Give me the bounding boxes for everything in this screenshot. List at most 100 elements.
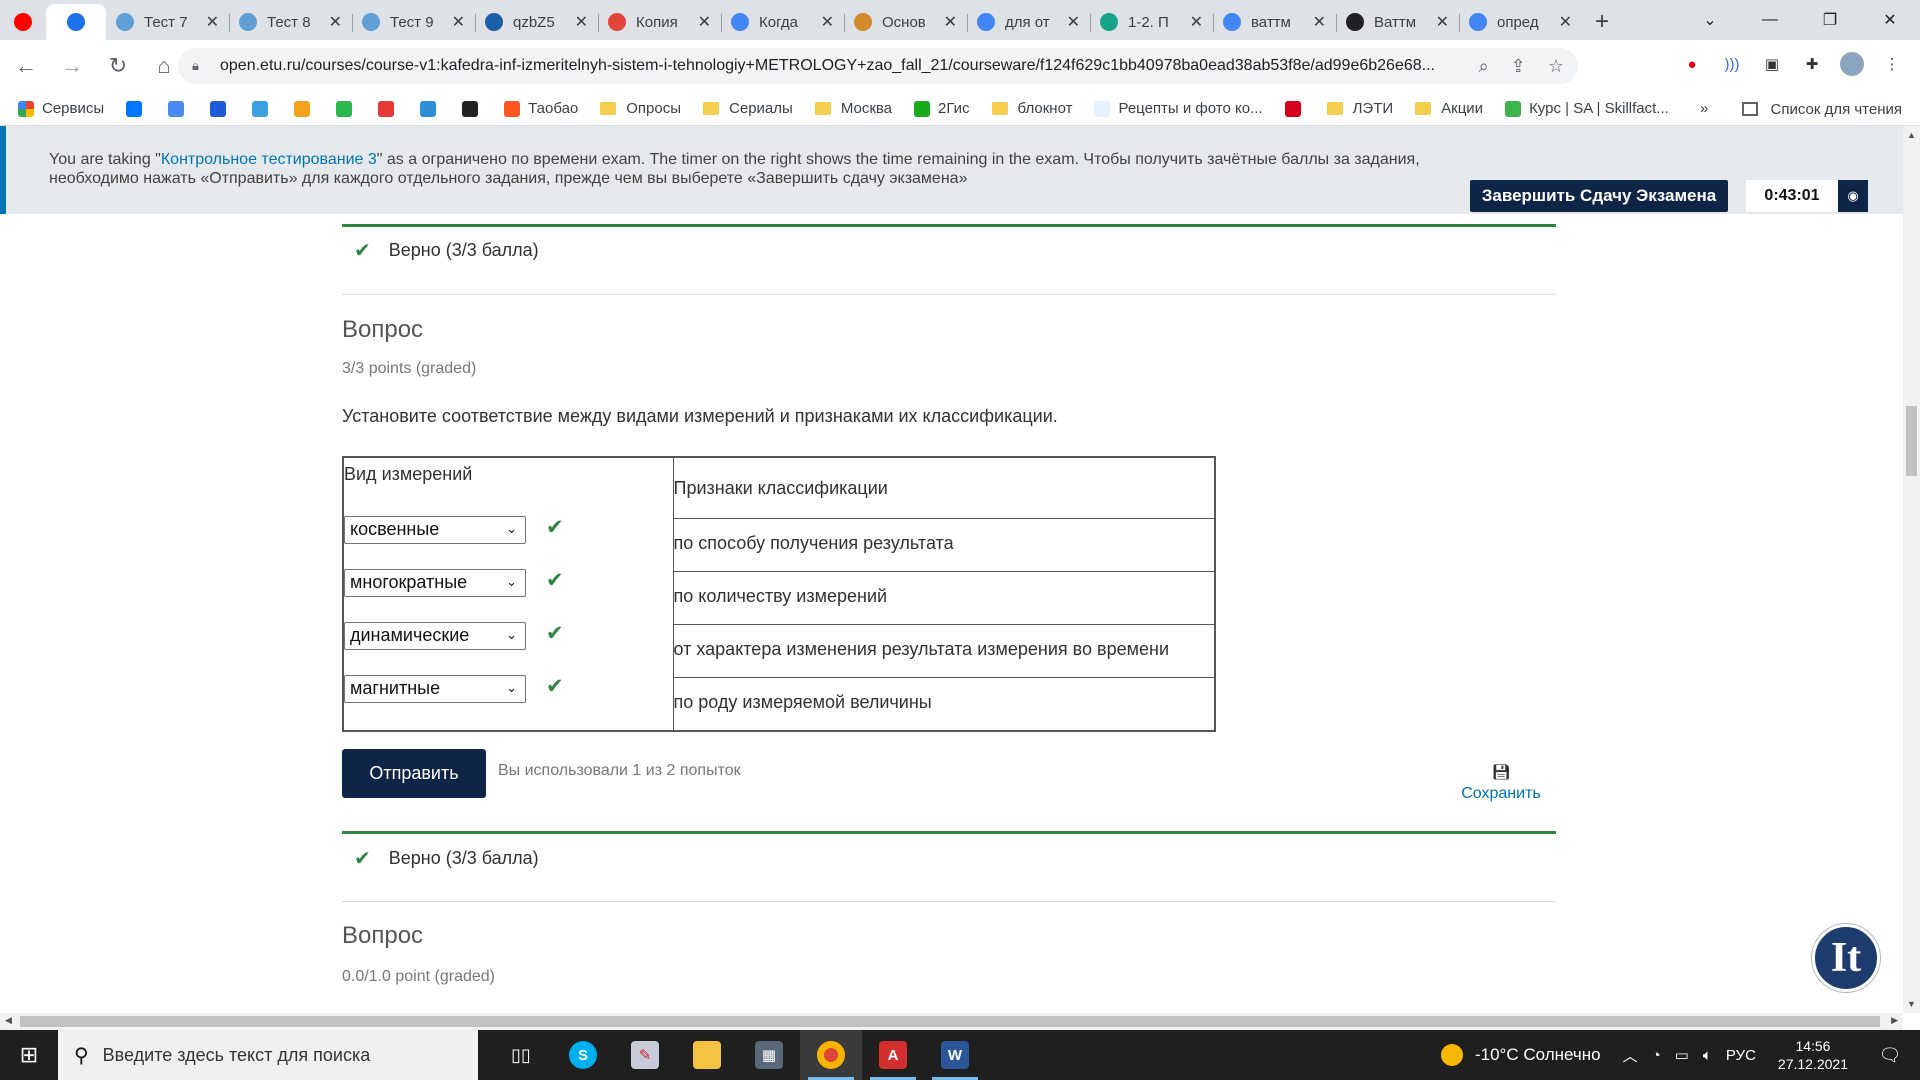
it-widget-button[interactable]: It — [1812, 924, 1880, 992]
close-tab-icon[interactable]: ✕ — [1067, 12, 1080, 32]
scroll-left-arrow-icon[interactable]: ◀ — [5, 1015, 12, 1026]
minimize-button[interactable]: — — [1740, 0, 1800, 40]
scroll-right-arrow-icon[interactable]: ▶ — [1891, 1015, 1898, 1026]
task-view-icon[interactable]: ▯▯ — [490, 1030, 552, 1080]
browser-tab[interactable] — [46, 4, 106, 40]
horizontal-scroll-thumb[interactable] — [20, 1016, 1880, 1027]
close-tab-icon[interactable]: ✕ — [1190, 12, 1203, 32]
volume-icon[interactable]: 🔈︎ — [1703, 1047, 1712, 1064]
bookmark-item[interactable] — [126, 100, 150, 117]
bookmark-item[interactable]: Москва — [814, 100, 892, 117]
browser-tab[interactable]: Тест 9 ✕ — [352, 4, 475, 40]
tray-overflow-chevron-icon[interactable]: ︿ — [1623, 1045, 1638, 1066]
measurement-type-dropdown[interactable]: многократные ⌄ — [344, 568, 526, 597]
close-tab-icon[interactable]: ✕ — [452, 12, 465, 32]
browser-tab[interactable]: Ваттм ✕ — [1336, 4, 1459, 40]
bookmark-item[interactable]: Сериалы — [703, 100, 793, 117]
wifi-icon[interactable]: ◔ — [1652, 1047, 1661, 1064]
bookmark-item[interactable] — [210, 100, 234, 117]
restore-button[interactable]: ❐ — [1800, 0, 1860, 40]
save-button[interactable]: 💾︎ Сохранить — [1456, 763, 1546, 803]
reading-list-button[interactable]: Список для чтения — [1742, 92, 1902, 126]
zoom-icon[interactable]: ⌕ — [1479, 56, 1489, 77]
browser-tab[interactable]: 1-2. П ✕ — [1090, 4, 1213, 40]
measurement-type-dropdown[interactable]: косвенные ⌄ — [344, 515, 526, 544]
profile-avatar[interactable] — [1840, 52, 1864, 76]
close-tab-icon[interactable]: ✕ — [1559, 12, 1572, 32]
bookmark-item[interactable]: блокнот — [991, 100, 1072, 117]
tab-search-icon[interactable]: ⌄ — [1680, 0, 1740, 40]
close-tab-icon[interactable]: ✕ — [1313, 12, 1326, 32]
bookmarks-overflow-button[interactable]: » — [1700, 100, 1708, 117]
opera-extension-icon[interactable]: ● — [1680, 52, 1704, 76]
browser-tab[interactable]: Когда ✕ — [721, 4, 844, 40]
bookmark-item[interactable] — [168, 100, 192, 117]
bookmark-item[interactable]: Опросы — [600, 100, 681, 117]
exam-link[interactable]: Контрольное тестирование 3 — [161, 151, 377, 168]
battery-icon[interactable]: ▭ — [1675, 1046, 1689, 1064]
measurement-type-dropdown[interactable]: магнитные ⌄ — [344, 674, 526, 703]
browser-tab[interactable]: опред ✕ — [1459, 4, 1582, 40]
close-window-button[interactable]: ✕ — [1860, 0, 1920, 40]
new-tab-button[interactable]: + — [1582, 4, 1622, 40]
hide-timer-eye-icon[interactable]: ◉ — [1838, 180, 1868, 212]
file-explorer-icon[interactable] — [676, 1030, 738, 1080]
close-tab-icon[interactable]: ✕ — [944, 12, 957, 32]
word-app-icon[interactable]: W — [924, 1030, 986, 1080]
close-tab-icon[interactable]: ✕ — [329, 12, 342, 32]
bookmark-item[interactable]: Сервисы — [18, 100, 104, 117]
bookmark-star-icon[interactable]: ☆ — [1548, 56, 1564, 77]
bookmark-item[interactable]: Таобао — [504, 100, 578, 117]
browser-tab[interactable]: Основ ✕ — [844, 4, 967, 40]
browser-tab[interactable] — [0, 4, 46, 40]
bookmark-item[interactable] — [378, 100, 402, 117]
acrobat-app-icon[interactable]: A — [862, 1030, 924, 1080]
weather-text[interactable]: -10°C Солнечно — [1475, 1045, 1601, 1065]
bookmark-item[interactable] — [252, 100, 276, 117]
bookmark-item[interactable]: Рецепты и фото ко... — [1094, 100, 1263, 117]
browser-tab[interactable]: qzbZ5 ✕ — [475, 4, 598, 40]
address-bar[interactable]: 🔒︎ open.etu.ru/courses/course-v1:kafedra… — [178, 48, 1578, 84]
clock[interactable]: 14:56 27.12.2021 — [1778, 1037, 1848, 1073]
forward-button[interactable]: → — [52, 46, 92, 86]
language-indicator[interactable]: РУС — [1726, 1047, 1756, 1064]
end-exam-button[interactable]: Завершить Сдачу Экзамена — [1470, 180, 1728, 212]
paint-app-icon[interactable]: ✎ — [614, 1030, 676, 1080]
scroll-down-arrow-icon[interactable]: ▼ — [1907, 999, 1916, 1009]
close-tab-icon[interactable]: ✕ — [206, 12, 219, 32]
vertical-scrollbar[interactable]: ▲ ▼ — [1903, 126, 1920, 1013]
menu-kebab-icon[interactable]: ⋮ — [1880, 52, 1904, 76]
vertical-scroll-thumb[interactable] — [1906, 406, 1917, 476]
share-icon[interactable]: ⇪ — [1511, 56, 1526, 77]
bookmark-item[interactable]: Акции — [1415, 100, 1483, 117]
bookmark-item[interactable] — [336, 100, 360, 117]
reload-button[interactable]: ↻ — [98, 46, 138, 86]
scroll-up-arrow-icon[interactable]: ▲ — [1907, 130, 1916, 140]
cube-extension-icon[interactable]: ▣ — [1760, 52, 1784, 76]
bookmark-item[interactable] — [462, 100, 486, 117]
measurement-type-dropdown[interactable]: динамические ⌄ — [344, 621, 526, 650]
bookmark-item[interactable] — [294, 100, 318, 117]
close-tab-icon[interactable]: ✕ — [1436, 12, 1449, 32]
horizontal-scrollbar[interactable]: ◀ ▶ — [0, 1013, 1903, 1030]
close-tab-icon[interactable]: ✕ — [821, 12, 834, 32]
bookmark-item[interactable]: ЛЭТИ — [1326, 100, 1393, 117]
close-tab-icon[interactable]: ✕ — [698, 12, 711, 32]
back-button[interactable]: ← — [6, 46, 46, 86]
bookmark-item[interactable]: 2Гис — [914, 100, 970, 117]
submit-button[interactable]: Отправить — [342, 749, 486, 798]
weather-sun-icon[interactable] — [1440, 1044, 1463, 1066]
browser-tab[interactable]: Тест 7 ✕ — [106, 4, 229, 40]
wave-extension-icon[interactable]: ))) — [1720, 52, 1744, 76]
chrome-app-icon[interactable] — [800, 1030, 862, 1080]
bookmark-item[interactable]: Курс | SA | Skillfact... — [1505, 100, 1669, 117]
windows-start-icon[interactable]: ⊞ — [0, 1030, 58, 1080]
browser-tab[interactable]: ваттм ✕ — [1213, 4, 1336, 40]
lock-icon[interactable]: 🔒︎ — [192, 58, 208, 74]
extensions-puzzle-icon[interactable]: ✚ — [1800, 52, 1824, 76]
browser-tab[interactable]: для от ✕ — [967, 4, 1090, 40]
skype-app-icon[interactable]: S — [552, 1030, 614, 1080]
calculator-app-icon[interactable]: ▦ — [738, 1030, 800, 1080]
bookmark-item[interactable] — [420, 100, 444, 117]
close-tab-icon[interactable]: ✕ — [575, 12, 588, 32]
